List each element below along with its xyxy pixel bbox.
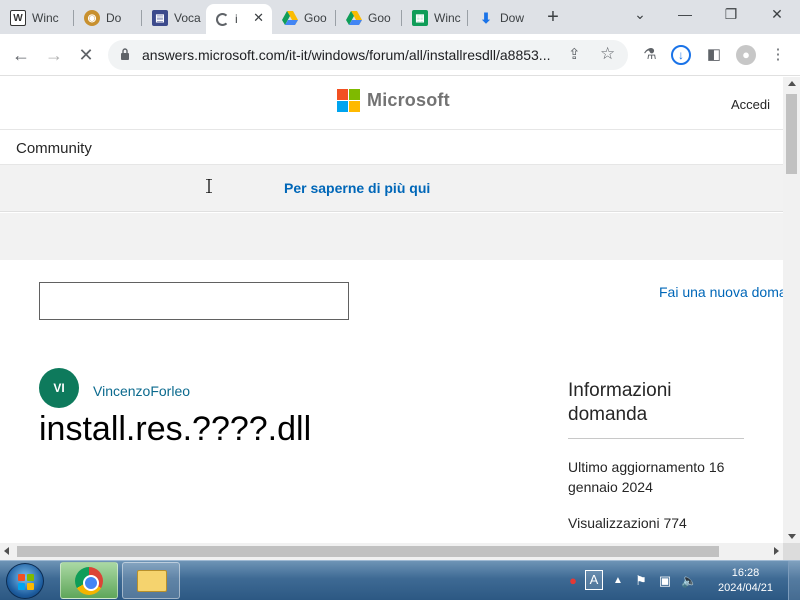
brand-name: Microsoft (367, 90, 450, 110)
vertical-scroll-thumb[interactable] (786, 94, 797, 174)
profile-avatar-icon[interactable]: ● (736, 45, 756, 65)
tab-title: Goo (368, 11, 391, 25)
scrollbar-corner (783, 543, 800, 560)
community-nav: Community (0, 131, 783, 165)
search-input[interactable] (39, 282, 349, 320)
volume-muted-icon[interactable]: 🔈 (681, 573, 697, 589)
tab-title: Do (106, 11, 122, 25)
author-name-link[interactable]: VincenzoForleo (93, 383, 190, 399)
notification-shield-icon[interactable]: ● (565, 573, 581, 589)
folder-icon (137, 570, 167, 592)
tab-1[interactable]: W Winc (0, 4, 72, 32)
microsoft-squares-icon (337, 89, 360, 112)
banner-spacer (0, 213, 783, 260)
taskbar-explorer-button[interactable] (122, 562, 180, 599)
menu-kebab-icon[interactable]: ⋮ (768, 45, 788, 65)
url-text[interactable]: answers.microsoft.com/it-it/windows/foru… (142, 47, 572, 63)
action-center-flag-icon[interactable]: ⚑ (633, 573, 649, 589)
divider (568, 438, 744, 439)
horizontal-scroll-thumb[interactable] (17, 546, 719, 557)
tab-title: Voca (174, 11, 201, 25)
tab-search-button[interactable]: ⌄ (625, 4, 655, 24)
show-hidden-icons-icon[interactable]: ▲ (610, 573, 626, 589)
minimize-button[interactable]: — (670, 4, 700, 24)
windows-logo-icon (18, 574, 34, 590)
tab-7[interactable]: ▦ Winc (402, 4, 466, 32)
tab-active[interactable]: i ✕ (206, 4, 272, 34)
share-icon[interactable]: ⇪ (568, 45, 581, 63)
tab-title: Winc (434, 11, 461, 25)
owl-icon: ◉ (84, 10, 100, 26)
browser-toolbar: ← → ✕ answers.microsoft.com/it-it/window… (0, 34, 800, 76)
taskbar-chrome-button[interactable] (60, 562, 118, 599)
tab-2[interactable]: ◉ Do (74, 4, 140, 32)
tab-5[interactable]: Goo (272, 4, 334, 32)
tab-title: Dow (500, 11, 525, 25)
views-count: Visualizzazioni 774 (568, 515, 687, 531)
close-tab-icon[interactable]: ✕ (253, 10, 264, 26)
scroll-down-arrow-icon[interactable] (788, 534, 796, 539)
tab-title: Goo (304, 11, 327, 25)
language-indicator[interactable]: A (585, 570, 603, 590)
chrome-icon (75, 567, 103, 595)
loading-icon (216, 12, 229, 26)
forward-button[interactable]: → (43, 44, 65, 66)
tab-title: i (235, 12, 238, 26)
ask-question-link[interactable]: Fai una nuova doma (659, 284, 783, 300)
microsoft-logo[interactable]: Microsoft (337, 89, 450, 112)
network-icon[interactable]: ▣ (657, 573, 673, 589)
wiki-icon: W (10, 10, 26, 26)
labs-flask-icon[interactable]: ⚗ (640, 45, 660, 65)
new-tab-button[interactable]: + (543, 7, 563, 27)
sheets-icon: ▦ (412, 10, 428, 26)
scroll-up-arrow-icon[interactable] (788, 81, 796, 86)
info-banner: Per saperne di più qui (0, 165, 783, 212)
stop-loading-button[interactable]: ✕ (75, 44, 97, 66)
lock-icon (121, 48, 129, 60)
question-info-heading: Informazioni domanda (568, 380, 672, 425)
tab-3[interactable]: ▤ Voca (142, 4, 206, 32)
tab-8[interactable]: ⬇ Dow (468, 4, 532, 32)
restore-button[interactable]: ❐ (716, 4, 746, 24)
tab-title: Winc (32, 11, 59, 25)
clock-time: 16:28 (731, 567, 760, 579)
google-drive-icon (346, 10, 362, 26)
community-link[interactable]: Community (16, 140, 92, 157)
show-desktop-button[interactable] (788, 561, 800, 600)
question-title: install.res.????.dll (39, 410, 312, 448)
download-icon: ⬇ (480, 9, 492, 26)
vertical-scrollbar[interactable] (783, 77, 800, 543)
site-header: Microsoft Accedi (0, 77, 783, 130)
horizontal-scrollbar[interactable] (0, 543, 783, 560)
scroll-left-arrow-icon[interactable] (4, 547, 9, 555)
system-clock[interactable]: 16:28 2024/04/21 (708, 566, 783, 596)
tab-6[interactable]: Goo (336, 4, 400, 32)
windows-taskbar: ● A ▲ ⚑ ▣ 🔈 16:28 2024/04/21 (0, 560, 800, 600)
clock-date: 2024/04/21 (717, 582, 774, 594)
close-window-button[interactable]: ✕ (762, 4, 792, 24)
text-cursor-icon (206, 179, 212, 193)
voca-icon: ▤ (152, 10, 168, 26)
learn-more-link[interactable]: Per saperne di più qui (284, 180, 430, 196)
author-avatar[interactable]: VI (39, 368, 79, 408)
address-bar[interactable]: answers.microsoft.com/it-it/windows/foru… (108, 40, 628, 70)
side-panel-icon[interactable]: ◧ (704, 45, 724, 65)
sign-in-link[interactable]: Accedi (731, 97, 770, 112)
tab-strip: W Winc ◉ Do ▤ Voca i ✕ Goo Goo ▦ Winc ⬇ … (0, 0, 800, 34)
last-updated-text: Ultimo aggiornamento 16 gennaio 2024 (568, 459, 725, 495)
downloads-icon[interactable]: ↓ (671, 45, 691, 65)
scroll-right-arrow-icon[interactable] (774, 547, 779, 555)
bookmark-star-icon[interactable]: ☆ (600, 44, 615, 64)
google-drive-icon (282, 10, 298, 26)
web-page: Microsoft Accedi Community Per saperne d… (0, 77, 783, 543)
back-button[interactable]: ← (10, 44, 32, 66)
start-button[interactable] (6, 563, 44, 599)
